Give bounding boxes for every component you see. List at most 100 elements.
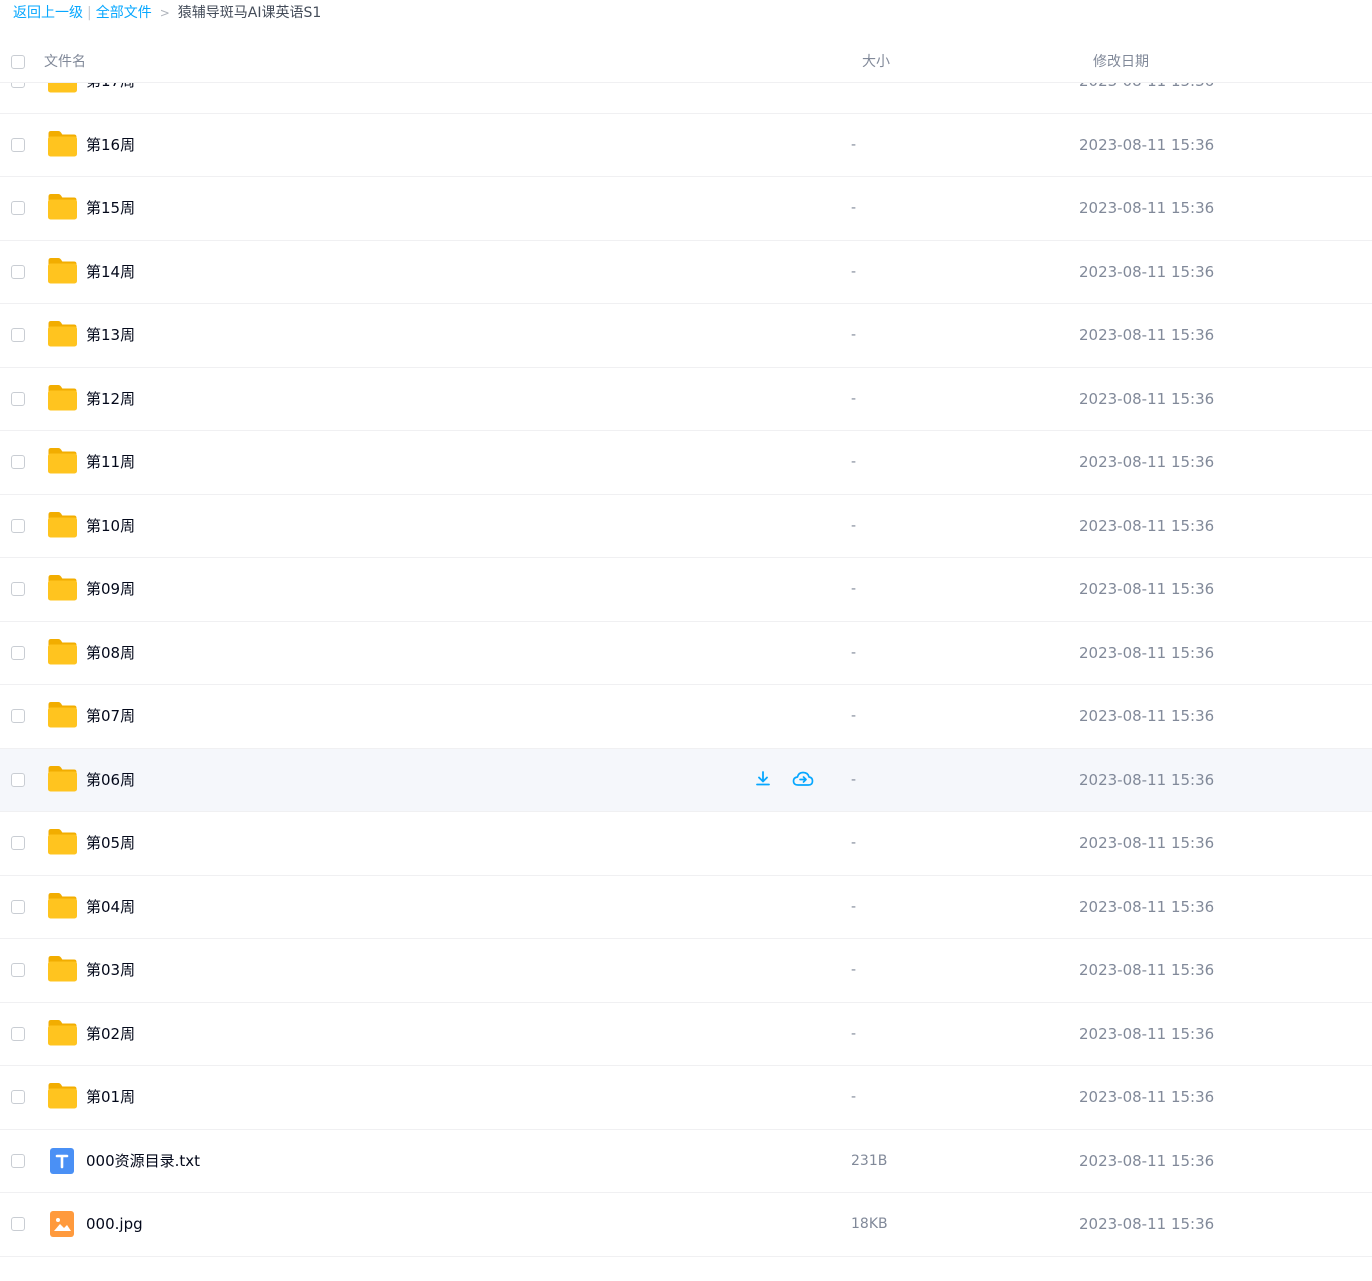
file-size: -: [851, 962, 857, 978]
modified-date: 2023-08-11 15:36: [1079, 1088, 1215, 1106]
file-name[interactable]: 第17周: [86, 83, 135, 92]
file-row[interactable]: 000.jpg 18KB 2023-08-11 15:36: [0, 1193, 1372, 1257]
file-name[interactable]: 000.jpg: [86, 1213, 143, 1235]
file-size: -: [851, 644, 857, 661]
row-checkbox[interactable]: [11, 963, 25, 977]
file-row[interactable]: 第06周 - 2023-08-11 15:36: [0, 748, 1372, 812]
modified-date: 2023-08-11 15:36: [1079, 961, 1215, 979]
row-checkbox[interactable]: [11, 1090, 25, 1104]
column-header-name[interactable]: 文件名: [44, 52, 86, 72]
file-size: -: [851, 1025, 857, 1042]
back-link[interactable]: 返回上一级: [13, 5, 83, 21]
select-all-checkbox[interactable]: [11, 55, 25, 69]
file-name[interactable]: 第07周: [86, 705, 135, 727]
file-row[interactable]: 第13周 - 2023-08-11 15:36: [0, 304, 1372, 368]
row-checkbox[interactable]: [11, 772, 25, 787]
all-files-link[interactable]: 全部文件: [96, 5, 152, 21]
file-row[interactable]: 第16周 - 2023-08-11 15:36: [0, 114, 1372, 177]
file-name[interactable]: 第15周: [86, 197, 135, 219]
file-row[interactable]: 第12周 - 2023-08-11 15:36: [0, 368, 1372, 431]
file-row[interactable]: 第11周 - 2023-08-11 15:36: [0, 431, 1372, 495]
file-name[interactable]: 第14周: [86, 261, 135, 283]
column-header-size[interactable]: 大小: [862, 52, 890, 72]
file-size: -: [851, 835, 857, 851]
file-row[interactable]: 第14周 - 2023-08-11 15:36: [0, 241, 1372, 304]
file-size: 231B: [851, 1152, 888, 1169]
row-checkbox[interactable]: [11, 582, 25, 596]
file-row[interactable]: 第09周 - 2023-08-11 15:36: [0, 558, 1372, 622]
file-name[interactable]: 第09周: [86, 578, 135, 600]
download-icon[interactable]: [752, 768, 774, 790]
file-size: -: [851, 898, 857, 915]
file-row[interactable]: 第01周 - 2023-08-11 15:36: [0, 1066, 1372, 1130]
save-to-cloud-icon[interactable]: [792, 768, 814, 790]
row-checkbox[interactable]: [11, 709, 25, 723]
file-row[interactable]: 第10周 - 2023-08-11 15:36: [0, 495, 1372, 558]
modified-date: 2023-08-11 15:36: [1079, 1024, 1215, 1043]
row-checkbox[interactable]: [11, 1026, 25, 1041]
file-name[interactable]: 第01周: [86, 1086, 135, 1108]
folder-icon: [47, 320, 78, 347]
modified-date: 2023-08-11 15:36: [1079, 643, 1215, 662]
image-file-icon: [50, 1211, 74, 1241]
row-checkbox[interactable]: [11, 1153, 25, 1168]
row-checkbox[interactable]: [11, 1217, 25, 1231]
file-size: -: [851, 390, 857, 407]
file-name[interactable]: 第10周: [86, 515, 135, 537]
file-row[interactable]: 第17周 - 2023-08-11 15:36: [0, 83, 1372, 114]
modified-date: 2023-08-11 15:36: [1079, 897, 1215, 916]
file-size: -: [851, 517, 857, 534]
folder-icon: [47, 1019, 78, 1046]
row-checkbox[interactable]: [11, 455, 25, 469]
file-name[interactable]: 第13周: [86, 324, 135, 346]
modified-date: 2023-08-11 15:36: [1079, 453, 1215, 471]
file-size: -: [851, 263, 857, 280]
file-row[interactable]: 第08周 - 2023-08-11 15:36: [0, 622, 1372, 685]
modified-date: 2023-08-11 15:36: [1079, 707, 1215, 725]
file-name[interactable]: 000资源目录.txt: [86, 1150, 200, 1172]
file-row[interactable]: 第03周 - 2023-08-11 15:36: [0, 939, 1372, 1003]
row-checkbox[interactable]: [11, 264, 25, 279]
file-row[interactable]: 000资源目录.txt 231B 2023-08-11 15:36: [0, 1130, 1372, 1193]
file-size: -: [851, 83, 856, 92]
file-size: -: [851, 454, 857, 470]
file-size: -: [851, 327, 857, 343]
file-name[interactable]: 第11周: [86, 451, 135, 473]
row-checkbox[interactable]: [11, 328, 25, 342]
column-header-date[interactable]: 修改日期: [1093, 52, 1149, 72]
row-checkbox[interactable]: [11, 83, 25, 88]
modified-date: 2023-08-11 15:36: [1079, 389, 1215, 408]
file-row[interactable]: 第07周 - 2023-08-11 15:36: [0, 685, 1372, 749]
row-checkbox[interactable]: [11, 201, 25, 215]
row-checkbox[interactable]: [11, 645, 25, 660]
modified-date: 2023-08-11 15:36: [1079, 262, 1215, 281]
row-checkbox[interactable]: [11, 899, 25, 914]
row-checkbox[interactable]: [11, 518, 25, 533]
file-row[interactable]: 第05周 - 2023-08-11 15:36: [0, 812, 1372, 876]
file-name[interactable]: 第08周: [86, 642, 135, 664]
file-list[interactable]: 第17周 - 2023-08-11 15:36 第16周 - 2023-08-11 15:…: [0, 83, 1372, 1281]
file-name[interactable]: 第02周: [86, 1023, 135, 1045]
file-row[interactable]: 第04周 - 2023-08-11 15:36: [0, 876, 1372, 939]
list-header: 文件名 大小 修改日期: [0, 42, 1372, 83]
file-name[interactable]: 第16周: [86, 134, 135, 156]
folder-icon: [47, 701, 78, 728]
modified-date: 2023-08-11 15:36: [1079, 326, 1215, 344]
row-checkbox[interactable]: [11, 137, 25, 152]
modified-date: 2023-08-11 15:36: [1079, 1151, 1215, 1170]
file-size: -: [851, 200, 857, 216]
breadcrumb: 返回上一级 | 全部文件 > 猿辅导斑马AI课英语S1: [13, 3, 321, 23]
file-name[interactable]: 第06周: [86, 769, 135, 791]
file-name[interactable]: 第12周: [86, 388, 135, 410]
folder-icon: [47, 828, 78, 855]
row-checkbox[interactable]: [11, 836, 25, 850]
file-name[interactable]: 第03周: [86, 959, 135, 981]
file-name[interactable]: 第04周: [86, 896, 135, 918]
file-row[interactable]: 第02周 - 2023-08-11 15:36: [0, 1003, 1372, 1066]
modified-date: 2023-08-11 15:36: [1079, 199, 1215, 217]
row-checkbox[interactable]: [11, 391, 25, 406]
folder-icon: [47, 83, 78, 93]
folder-icon: [47, 447, 78, 474]
file-row[interactable]: 第15周 - 2023-08-11 15:36: [0, 177, 1372, 241]
file-name[interactable]: 第05周: [86, 832, 135, 854]
